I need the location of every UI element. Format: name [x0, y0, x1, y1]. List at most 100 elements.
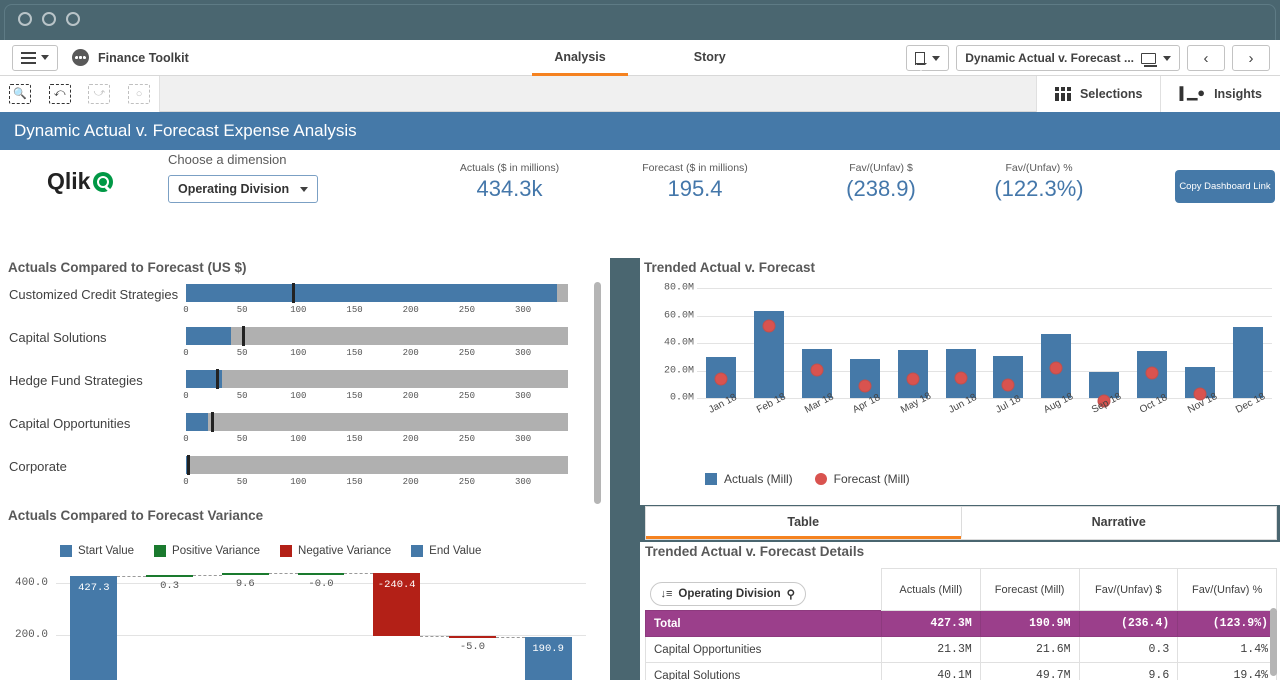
axis-tick-label: 300	[514, 391, 532, 401]
close-icon[interactable]	[18, 12, 32, 26]
waterfall-bar[interactable]	[297, 572, 345, 575]
insights-button[interactable]: ▌▁● Insights	[1160, 75, 1280, 112]
bullet-row-label: Corporate	[9, 459, 67, 474]
legend-swatch	[60, 545, 72, 557]
bullet-row[interactable]: Capital Solutions 0 50 100 150 200 250 300	[0, 323, 598, 366]
trend-forecast-point[interactable]	[1049, 361, 1063, 375]
table-cell-dimension[interactable]: Capital Opportunities	[645, 636, 882, 663]
bullet-track	[186, 326, 568, 346]
bullet-actual-bar	[186, 327, 231, 345]
dimension-dropdown[interactable]: Operating Division	[168, 175, 318, 203]
bullet-row[interactable]: Corporate 0 50 100 150 200 250 300	[0, 452, 598, 495]
next-sheet-button[interactable]: ›	[1232, 45, 1270, 71]
qlik-dashboard-window: Finance Toolkit Analysis Story Dynamic A…	[0, 0, 1280, 680]
trend-forecast-point[interactable]	[906, 372, 920, 386]
legend-item[interactable]: Forecast (Mill)	[814, 472, 910, 486]
selection-search-icon[interactable]: 🔍	[8, 83, 31, 104]
bullet-row[interactable]: Capital Opportunities 0 50 100 150 200 250 300	[0, 409, 598, 452]
table-row[interactable]: Capital Opportunities 21.3M 21.6M 0.3 1.4%	[645, 636, 1277, 663]
waterfall-bar-label: 427.3	[78, 581, 110, 594]
waterfall-bar[interactable]	[146, 575, 194, 578]
details-table-scrollbar[interactable]	[1270, 608, 1277, 676]
window-controls[interactable]	[18, 12, 80, 26]
legend-swatch	[814, 473, 827, 485]
previous-sheet-button[interactable]: ‹	[1187, 45, 1225, 71]
axis-tick-label: 0	[183, 391, 189, 401]
qlik-logo-text: Qlik	[47, 168, 91, 194]
bullet-chart-rows: Customized Credit Strategies 0 50 100 150 200…	[0, 280, 598, 505]
maximize-icon[interactable]	[66, 12, 80, 26]
bookmarks-button[interactable]	[906, 45, 950, 71]
trend-forecast-point[interactable]	[1145, 366, 1159, 380]
selections-label: Selections	[1079, 86, 1143, 101]
axis-tick-label: 0	[183, 305, 189, 315]
bullet-row[interactable]: Customized Credit Strategies 0 50 100 150 200…	[0, 280, 598, 323]
waterfall-bar-label: -240.4	[377, 578, 416, 591]
table-column-header[interactable]: Actuals (Mill)	[881, 568, 981, 611]
waterfall-chart-title: Actuals Compared to Forecast Variance	[8, 508, 264, 523]
kpi-forecast-label: Forecast ($ in millions)	[642, 162, 748, 174]
tab-story[interactable]: Story	[672, 50, 748, 76]
waterfall-bar[interactable]	[221, 572, 269, 576]
sheet-title: Dynamic Actual v. Forecast Expense Analy…	[0, 112, 1280, 150]
legend-swatch	[411, 545, 424, 557]
legend-item[interactable]: Negative Variance	[280, 545, 391, 557]
table-column-header[interactable]: Fav/(Unfav) %	[1177, 568, 1277, 611]
nav-right-controls: Dynamic Actual v. Forecast ... ‹ ›	[906, 45, 1270, 71]
trend-forecast-point[interactable]	[810, 363, 824, 377]
trend-forecast-point[interactable]	[762, 319, 776, 333]
selections-button[interactable]: Selections	[1035, 75, 1161, 112]
gridline	[56, 634, 586, 636]
axis-tick-label: 0	[183, 477, 189, 487]
legend-item[interactable]: Start Value	[60, 545, 134, 557]
sheet-selector[interactable]: Dynamic Actual v. Forecast ...	[956, 45, 1180, 71]
dimension-sort-button[interactable]: ↓≡ Operating Division ⚲	[649, 582, 807, 606]
table-cell-value: 9.6	[1078, 662, 1179, 680]
table-row[interactable]: Total 427.3M 190.9M (236.4) (123.9%)	[645, 610, 1277, 637]
trend-plot-area: Jan 18 Feb 18 Mar 18 Apr 18 May 18 Jun 18 Jul …	[697, 288, 1272, 416]
step-back-icon[interactable]: ⤺	[48, 83, 71, 104]
trend-actual-bar[interactable]	[1233, 326, 1264, 398]
bullet-row[interactable]: Hedge Fund Strategies 0 50 100 150 200 250 300	[0, 366, 598, 409]
trend-forecast-point[interactable]	[954, 371, 968, 385]
axis-tick-label: 100	[290, 348, 307, 358]
waterfall-bar-label: 0.3	[160, 580, 180, 593]
axis-tick-label: 150	[346, 477, 363, 487]
trend-actual-bar[interactable]	[993, 355, 1024, 398]
table-cell-value: 427.3M	[881, 610, 981, 637]
legend-swatch	[280, 545, 293, 557]
axis-tick-label: 60.0M	[663, 310, 694, 321]
kpi-fav-percent-value: (122.3%)	[994, 176, 1084, 201]
copy-dashboard-link-button[interactable]: Copy Dashboard Link	[1175, 170, 1275, 203]
table-column-header[interactable]: Forecast (Mill)	[979, 568, 1080, 611]
subtab-narrative[interactable]: Narrative	[960, 507, 1277, 539]
table-cell-value: 40.1M	[881, 662, 981, 680]
table-cell-value: 0.3	[1078, 636, 1179, 663]
waterfall-bar[interactable]	[448, 635, 496, 638]
table-column-header[interactable]: Fav/(Unfav) $	[1078, 568, 1179, 611]
bullet-chart-scrollbar[interactable]	[594, 282, 601, 504]
table-cell-value: 49.7M	[979, 662, 1080, 680]
subtab-table[interactable]: Table	[646, 507, 961, 539]
waterfall-bar-label: -5.0	[459, 640, 486, 653]
axis-tick-label: 200	[402, 348, 419, 358]
legend-item[interactable]: Positive Variance	[154, 545, 260, 557]
chevron-down-icon	[932, 55, 941, 61]
search-icon[interactable]: ⚲	[787, 587, 795, 601]
legend-item[interactable]: Actuals (Mill)	[705, 472, 793, 486]
trend-forecast-point[interactable]	[714, 372, 728, 386]
waterfall-connector	[117, 575, 147, 577]
waterfall-connector	[268, 572, 298, 574]
axis-tick-label: 200	[402, 305, 419, 315]
waterfall-connector	[344, 572, 374, 574]
trend-forecast-point[interactable]	[1001, 378, 1015, 392]
table-cell-dimension[interactable]: Capital Solutions	[645, 662, 882, 680]
table-row[interactable]: Capital Solutions 40.1M 49.7M 9.6 19.4%	[645, 662, 1277, 680]
table-cell-dimension[interactable]: Total	[645, 610, 882, 637]
trend-forecast-point[interactable]	[858, 379, 872, 393]
legend-item[interactable]: End Value	[411, 545, 481, 557]
legend-label: Positive Variance	[172, 545, 261, 557]
qlik-mark-icon	[93, 171, 114, 192]
tab-analysis[interactable]: Analysis	[532, 50, 628, 76]
minimize-icon[interactable]	[42, 12, 56, 26]
